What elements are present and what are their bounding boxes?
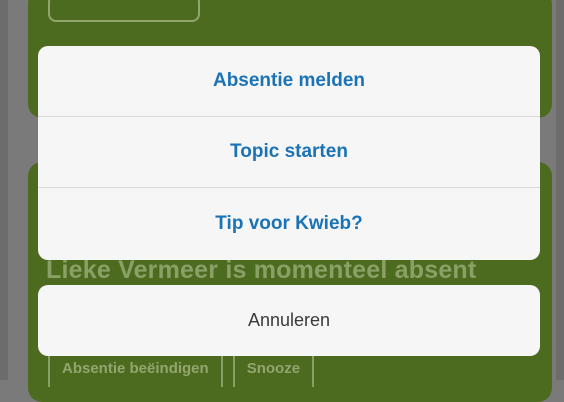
- tip-for-kwieb-option[interactable]: Tip voor Kwieb?: [38, 188, 540, 259]
- cancel-button[interactable]: Annuleren: [38, 285, 540, 356]
- background-action-row: Absentie beëindigen Snooze: [48, 354, 315, 387]
- action-sheet-options: Absentie melden Topic starten Tip voor K…: [38, 46, 540, 260]
- end-absence-button: Absentie beëindigen: [48, 354, 223, 387]
- background-edge-left: [0, 0, 8, 380]
- absence-status-text: Lieke Vermeer is momenteel absent: [46, 256, 477, 284]
- snooze-button: Snooze: [232, 354, 315, 387]
- action-sheet-cancel-group: Annuleren: [38, 285, 540, 356]
- start-topic-option[interactable]: Topic starten: [38, 117, 540, 188]
- report-absence-option[interactable]: Absentie melden: [38, 46, 540, 117]
- background-edge-right: [556, 0, 564, 380]
- background-outline-button: [48, 0, 200, 22]
